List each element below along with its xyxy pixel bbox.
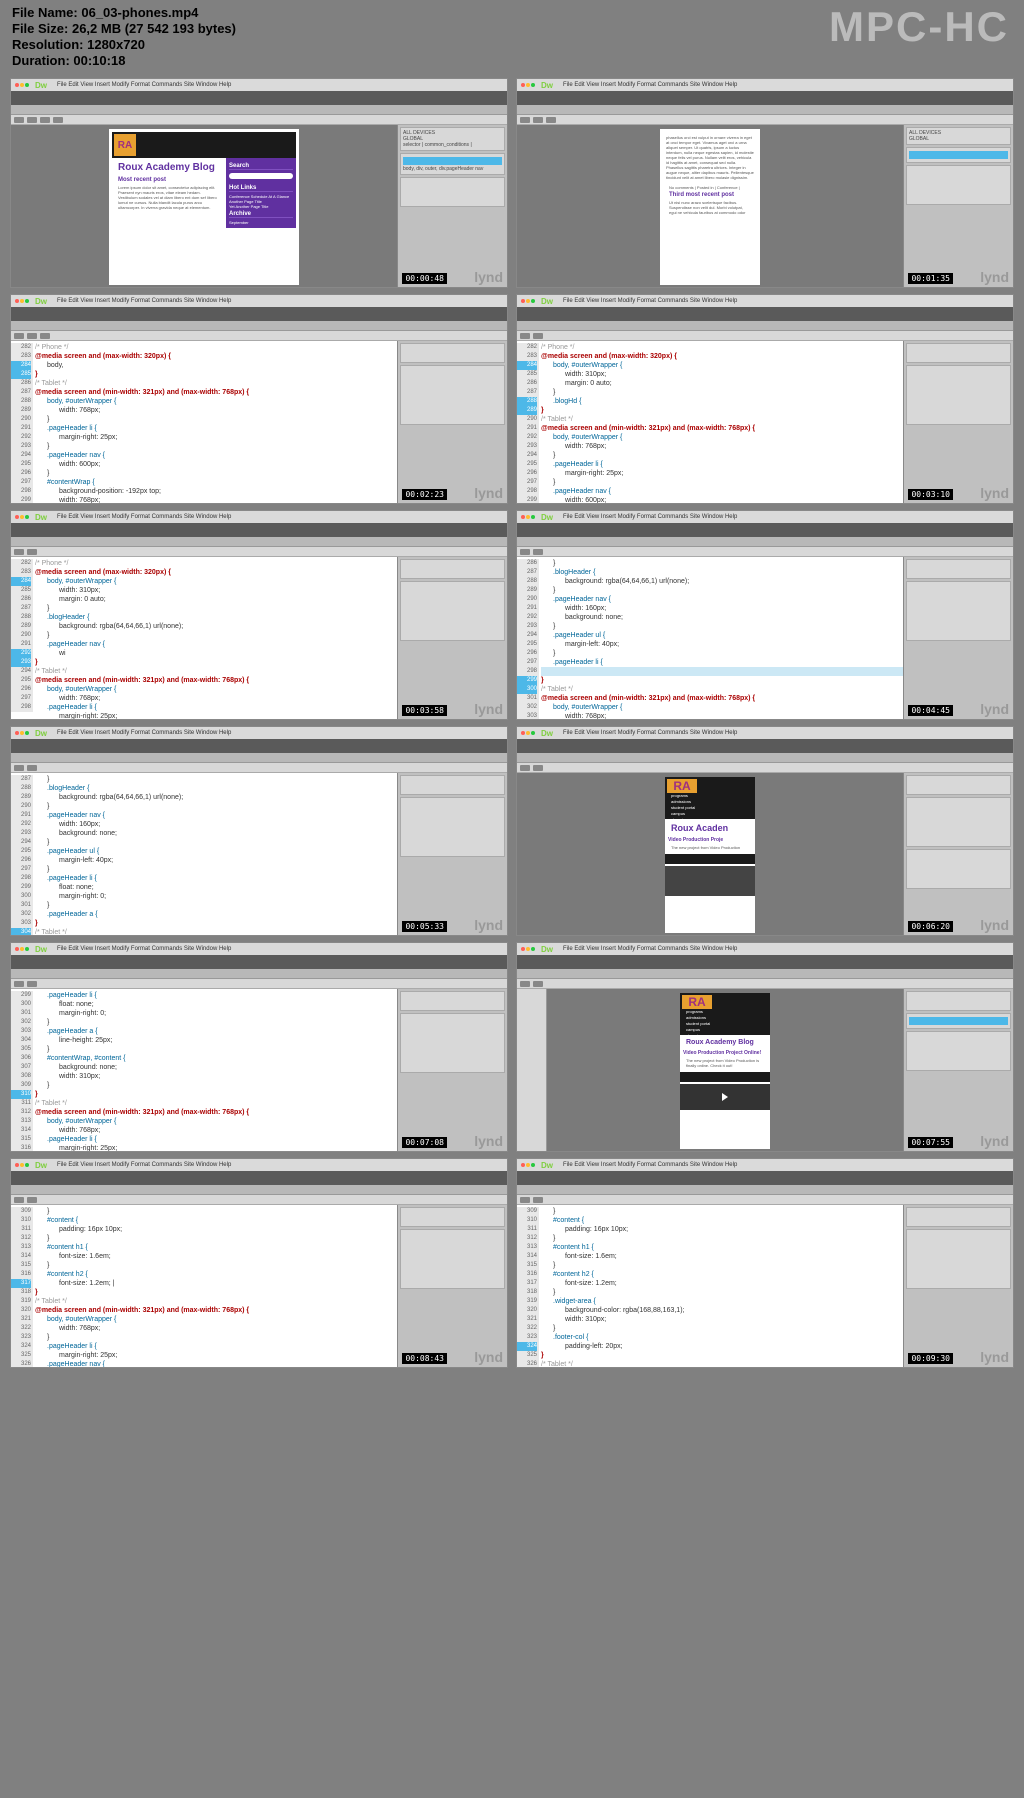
lynda-watermark: lynd bbox=[980, 269, 1009, 285]
menubar: DwFile Edit View Insert Modify Format Co… bbox=[11, 79, 507, 91]
preview-pane: phasellus orci est vulput in ornare vive… bbox=[517, 125, 903, 288]
lynda-watermark: lynd bbox=[474, 269, 503, 285]
code-editor[interactable]: 2872882892902912922932942952962972982993… bbox=[11, 773, 397, 936]
thumbnail[interactable]: DwFile Edit View Insert Modify Format Co… bbox=[516, 942, 1014, 1152]
code-editor[interactable]: 3093103113123133143153163173183193203213… bbox=[11, 1205, 397, 1368]
preview-pane: RA programsadmissionsstudent portalcampu… bbox=[517, 773, 903, 936]
side-panel: ALL DEVICESGLOBALselector | common_condi… bbox=[397, 125, 507, 288]
thumbnail[interactable]: DwFile Edit View Insert Modify Format Co… bbox=[516, 78, 1014, 288]
thumbnail[interactable]: DwFile Edit View Insert Modify Format Co… bbox=[10, 510, 508, 720]
menubar: DwFile Edit View Insert Modify Format Co… bbox=[517, 79, 1013, 91]
thumbnail[interactable]: DwFile Edit View Insert Modify Format Co… bbox=[516, 510, 1014, 720]
thumbnail[interactable]: DwFile Edit View Insert Modify Format Co… bbox=[10, 1158, 508, 1368]
code-editor[interactable]: 2993003013023033043053063073083093103113… bbox=[11, 989, 397, 1152]
thumbnail-grid: DwFile Edit View Insert Modify Format Co… bbox=[10, 78, 1014, 1368]
blog-text: Lorem ipsum dolor sit amet, consectetur … bbox=[112, 183, 226, 212]
toolbar bbox=[11, 91, 507, 105]
preview-pane: RA programsadmissionsstudent portalcampu… bbox=[547, 989, 903, 1152]
search-input[interactable] bbox=[229, 173, 293, 179]
thumbnail[interactable]: DwFile Edit View Insert Modify Format Co… bbox=[10, 726, 508, 936]
thumbnail[interactable]: DwFile Edit View Insert Modify Format Co… bbox=[516, 294, 1014, 504]
thumbnail[interactable]: DwFile Edit View Insert Modify Format Co… bbox=[10, 78, 508, 288]
blog-header: RA bbox=[112, 132, 296, 158]
timestamp: 00:00:48 bbox=[402, 273, 447, 284]
code-editor[interactable]: 2822832842852862872882892902912922932942… bbox=[11, 341, 397, 504]
side-panel: ALL DEVICESGLOBAL bbox=[903, 125, 1013, 288]
blog-sidebar: Search Hot Links Conference Schedule At … bbox=[226, 158, 296, 228]
code-editor[interactable]: 2862872882892902912922932942952962972982… bbox=[517, 557, 903, 720]
blog-title: Roux Academy Blog bbox=[112, 158, 226, 177]
thumbnail[interactable]: DwFile Edit View Insert Modify Format Co… bbox=[10, 294, 508, 504]
code-editor[interactable]: 2822832842852862872882892902912922932942… bbox=[11, 557, 397, 720]
preview-pane: RA Roux Academy Blog Most recent post Lo… bbox=[11, 125, 397, 288]
code-editor[interactable]: 3093103113123133143153163173183193203213… bbox=[517, 1205, 903, 1368]
logo: RA bbox=[114, 134, 136, 156]
tabs bbox=[11, 105, 507, 115]
thumbnail[interactable]: DwFile Edit View Insert Modify Format Co… bbox=[516, 1158, 1014, 1368]
watermark: MPC-HC bbox=[829, 3, 1009, 51]
subtoolbar bbox=[11, 115, 507, 125]
timestamp: 00:01:35 bbox=[908, 273, 953, 284]
thumbnail[interactable]: DwFile Edit View Insert Modify Format Co… bbox=[516, 726, 1014, 936]
code-editor[interactable]: 2822832842852862872882892902912922932942… bbox=[517, 341, 903, 504]
file-info: File Name: 06_03-phones.mp4 File Size: 2… bbox=[12, 5, 236, 69]
thumbnail[interactable]: DwFile Edit View Insert Modify Format Co… bbox=[10, 942, 508, 1152]
